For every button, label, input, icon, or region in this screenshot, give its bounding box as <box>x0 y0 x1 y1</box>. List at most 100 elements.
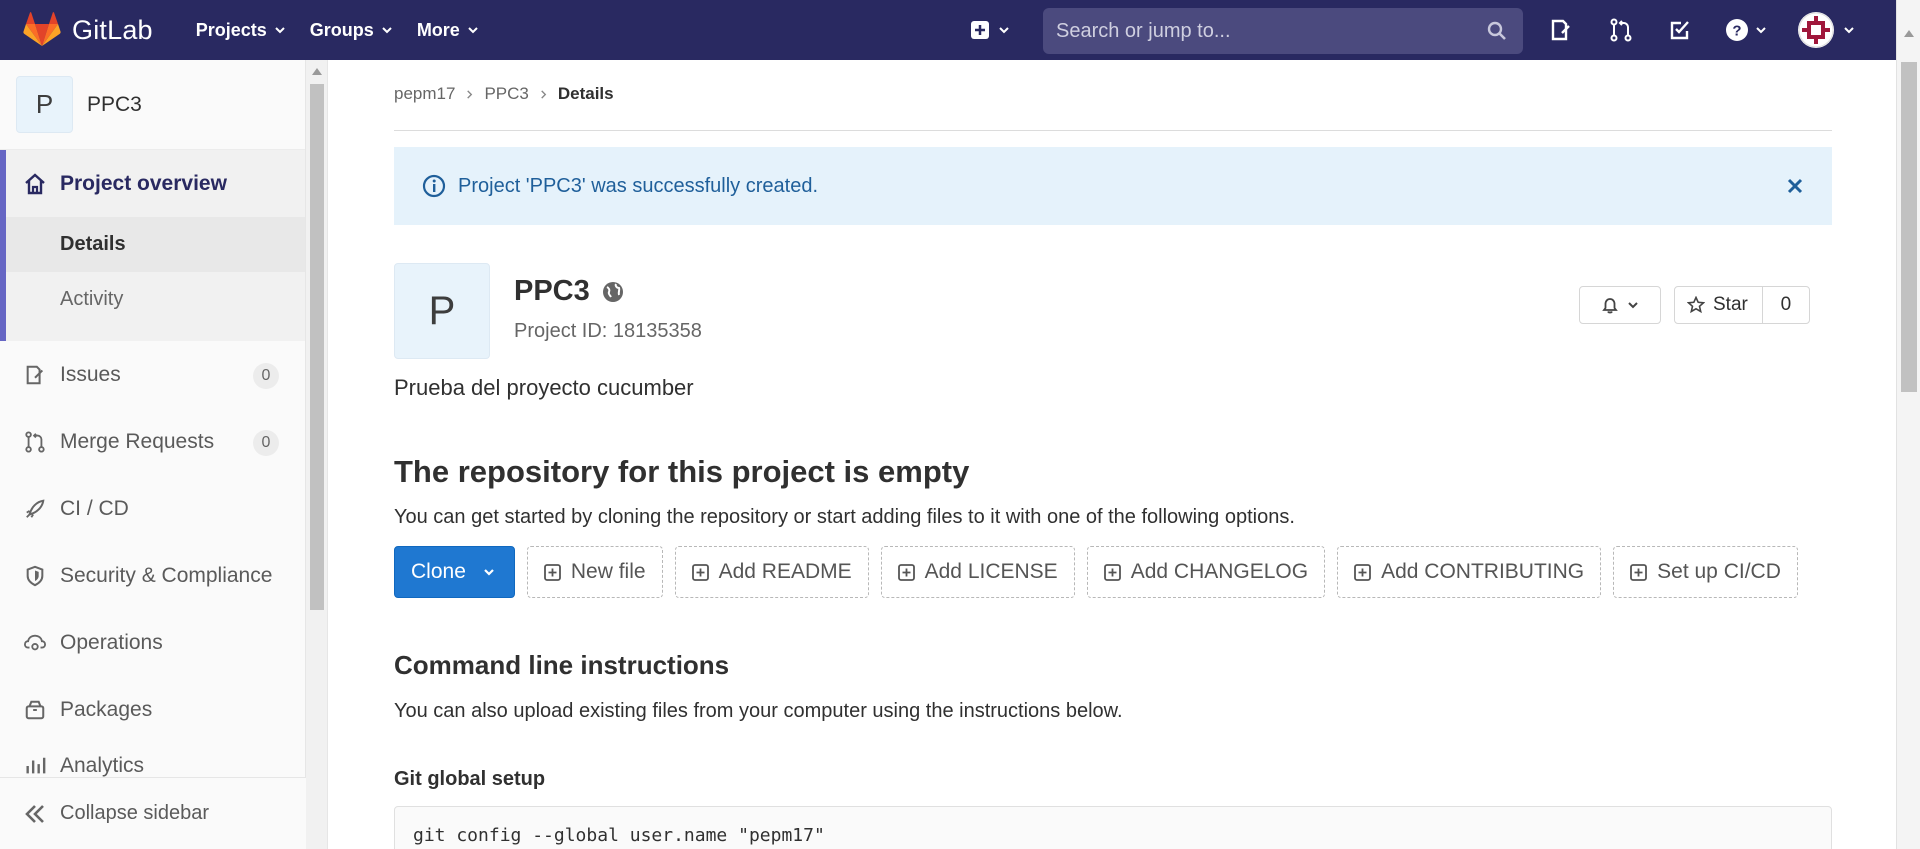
brand-name: GitLab <box>72 14 153 45</box>
project-title: PPC3 <box>514 275 624 308</box>
page-scrollbar[interactable] <box>1896 0 1920 849</box>
empty-repo-text: You can get started by cloning the repos… <box>394 506 1295 528</box>
sidebar-item-project-overview[interactable]: Project overview <box>6 150 305 217</box>
rocket-icon <box>22 496 48 522</box>
clone-label: Clone <box>411 560 466 583</box>
nav-help-dropdown[interactable]: ? <box>1722 16 1770 44</box>
issues-icon <box>22 362 48 388</box>
sidebar-subitem-details[interactable]: Details <box>6 217 305 272</box>
sidebar-item-ci-cd[interactable]: CI / CD <box>0 475 305 542</box>
chart-icon <box>22 754 48 777</box>
star-count[interactable]: 0 <box>1763 287 1809 323</box>
merge-request-icon <box>1610 18 1632 42</box>
nav-groups-label: Groups <box>309 19 374 40</box>
sidebar-item-packages[interactable]: Packages <box>0 676 305 743</box>
project-avatar: P <box>394 263 490 359</box>
chevron-down-icon <box>1756 27 1766 34</box>
sidebar-project-name: PPC3 <box>87 92 142 116</box>
sidebar-item-security-compliance[interactable]: Security & Compliance <box>0 542 305 609</box>
double-chevron-left-icon <box>22 801 48 827</box>
sidebar-project-header[interactable]: P PPC3 <box>0 60 305 150</box>
breadcrumb-link-project[interactable]: PPC3 <box>484 84 528 104</box>
add-readme-label: Add README <box>718 560 852 583</box>
sidebar-item-analytics[interactable]: Analytics <box>0 754 306 777</box>
help-question-icon: ? <box>1726 19 1748 41</box>
sidebar-item-operations[interactable]: Operations <box>0 609 305 676</box>
shield-icon <box>22 563 48 589</box>
new-file-button[interactable]: New file <box>526 546 663 598</box>
nav-projects-dropdown[interactable]: Projects <box>185 0 297 60</box>
chevron-right-icon <box>467 89 473 99</box>
git-setup-code-block[interactable]: git config --global user.name "pepm17" <box>394 806 1832 849</box>
nav-todos-button[interactable] <box>1667 16 1693 44</box>
breadcrumb-divider <box>394 130 1832 131</box>
nav-merge-requests-button[interactable] <box>1608 16 1634 44</box>
page-scroll-thumb[interactable] <box>1901 62 1917 392</box>
merge-request-icon <box>22 429 48 455</box>
new-item-dropdown[interactable] <box>970 16 1010 44</box>
sidebar-project-avatar: P <box>16 76 73 133</box>
chevron-down-icon <box>275 27 285 34</box>
plus-square-icon <box>1630 563 1648 581</box>
user-avatar[interactable] <box>1798 12 1834 48</box>
sidebar-scroll-thumb[interactable] <box>310 84 324 610</box>
sidebar-item-label: CI / CD <box>60 496 129 520</box>
sidebar-item-label: Analytics <box>60 754 145 777</box>
sidebar-item-issues[interactable]: Issues 0 <box>0 341 305 408</box>
breadcrumb-link-namespace[interactable]: pepm17 <box>394 84 455 104</box>
star-icon <box>1687 296 1705 314</box>
close-icon[interactable] <box>1784 175 1806 197</box>
collapse-sidebar-button[interactable]: Collapse sidebar <box>0 777 306 849</box>
nav-more-dropdown[interactable]: More <box>406 0 490 60</box>
setup-ci-cd-button[interactable]: Set up CI/CD <box>1613 546 1798 598</box>
project-description: Prueba del proyecto cucumber <box>394 375 694 400</box>
bell-icon <box>1602 298 1618 314</box>
chevron-down-icon <box>484 569 494 576</box>
sidebar-item-label: Issues <box>60 362 121 386</box>
chevron-down-icon <box>1844 27 1854 34</box>
code-line: git config --global user.name "pepm17" <box>413 825 825 846</box>
command-line-heading: Command line instructions <box>394 650 730 680</box>
home-icon <box>22 171 48 197</box>
svg-text:?: ? <box>1732 23 1741 40</box>
chevron-down-icon <box>999 27 1009 34</box>
plus-square-icon <box>1354 563 1372 581</box>
scroll-up-arrow-icon[interactable] <box>1904 30 1914 37</box>
star-button-group: Star 0 <box>1674 286 1810 324</box>
add-license-button[interactable]: Add LICENSE <box>880 546 1075 598</box>
breadcrumb-current[interactable]: Details <box>558 84 614 104</box>
info-circle-icon <box>422 174 446 198</box>
cloud-gear-icon <box>22 630 48 656</box>
add-changelog-label: Add CHANGELOG <box>1130 560 1309 583</box>
main-content: pepm17 PPC3 Details Project 'PPC3' was s… <box>394 60 1832 849</box>
plus-square-icon <box>691 563 709 581</box>
nav-projects-label: Projects <box>195 19 267 40</box>
sidebar-subitem-activity[interactable]: Activity <box>6 272 305 327</box>
plus-square-icon <box>543 563 561 581</box>
search-input[interactable] <box>1056 19 1476 43</box>
sidebar-item-label: Security & Compliance <box>60 563 273 587</box>
project-id: Project ID: 18135358 <box>514 320 702 342</box>
chevron-down-icon <box>1628 302 1638 309</box>
add-readme-button[interactable]: Add README <box>674 546 869 598</box>
sidebar-item-merge-requests[interactable]: Merge Requests 0 <box>0 408 305 475</box>
search-box[interactable] <box>1043 8 1523 54</box>
add-contributing-button[interactable]: Add CONTRIBUTING <box>1337 546 1602 598</box>
nav-issues-button[interactable] <box>1548 16 1574 44</box>
nav-groups-dropdown[interactable]: Groups <box>299 0 404 60</box>
command-line-text: You can also upload existing files from … <box>394 700 1123 722</box>
add-changelog-button[interactable]: Add CHANGELOG <box>1086 546 1326 598</box>
sidebar-item-label: Operations <box>60 630 163 654</box>
project-name: PPC3 <box>514 275 590 307</box>
clone-dropdown-button[interactable]: Clone <box>394 546 515 598</box>
chevron-down-icon <box>382 27 392 34</box>
star-button[interactable]: Star <box>1675 287 1763 323</box>
setup-ci-cd-label: Set up CI/CD <box>1657 560 1781 583</box>
gitlab-home-link[interactable]: GitLab <box>22 0 153 60</box>
scroll-up-arrow-icon[interactable] <box>312 68 322 75</box>
gitlab-logo-icon <box>23 12 61 46</box>
sidebar-subitem-label: Details <box>60 233 126 255</box>
notification-settings-dropdown[interactable] <box>1579 286 1661 324</box>
success-alert: Project 'PPC3' was successfully created. <box>394 147 1832 225</box>
sidebar-scrollbar[interactable] <box>306 60 328 849</box>
